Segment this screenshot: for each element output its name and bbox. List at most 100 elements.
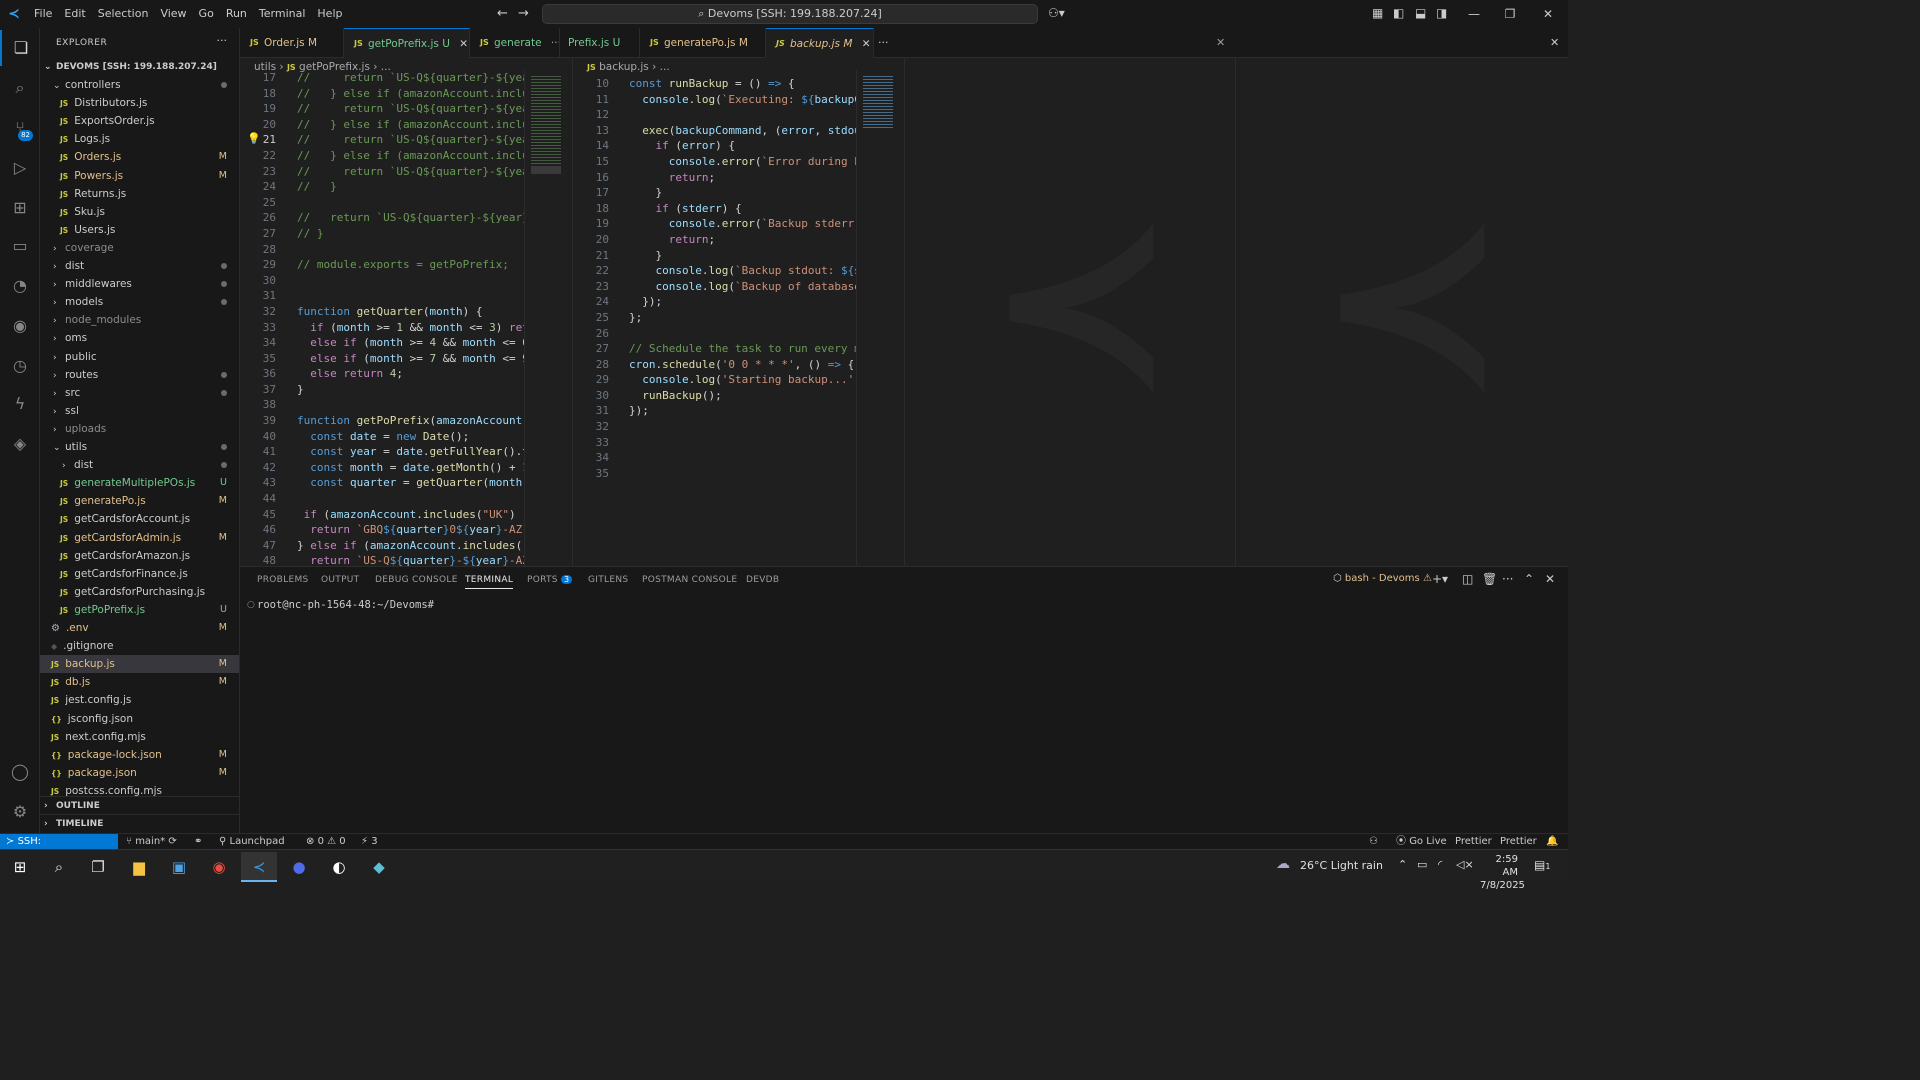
customize-layout-icon[interactable]: ▦	[1372, 6, 1383, 20]
folder-item[interactable]: › public	[40, 348, 239, 366]
folder-item[interactable]: › ssl	[40, 402, 239, 420]
minimap[interactable]	[524, 70, 572, 566]
vscode-taskbar-icon[interactable]: ≺	[241, 852, 277, 882]
file-item[interactable]: JS next.config.mjs	[40, 728, 239, 746]
terminal-prompt[interactable]: root@nc-ph-1564-48:~/Devoms#	[257, 599, 434, 611]
close-icon[interactable]: ✕	[1216, 36, 1225, 49]
tab-devdb[interactable]: DEVDB	[746, 575, 779, 585]
bell-icon[interactable]: 🔔	[1546, 834, 1558, 850]
close-icon[interactable]: ✕	[862, 38, 871, 50]
chevron-up-icon[interactable]: ⌃	[1398, 858, 1407, 871]
tab-getpoprefix-js[interactable]: JS getPoPrefix.js U ✕	[344, 28, 470, 58]
source-control-icon[interactable]: ⑂ 82	[0, 110, 40, 146]
prettier-indicator[interactable]: Prettier	[1500, 834, 1537, 850]
tab-debug-console[interactable]: DEBUG CONSOLE	[375, 575, 458, 585]
menu-help[interactable]: Help	[311, 0, 348, 28]
chrome-icon[interactable]: ◉	[201, 852, 237, 882]
trash-icon[interactable]: 🗑	[1482, 572, 1497, 586]
file-item[interactable]: JS getCardsforAmazon.js	[40, 547, 239, 565]
ports-indicator[interactable]: ⚡ 3	[361, 834, 378, 850]
go-live-button[interactable]: ⦿ Go Live	[1396, 834, 1447, 850]
menu-edit[interactable]: Edit	[58, 0, 91, 28]
tab-terminal[interactable]: TERMINAL	[465, 575, 514, 589]
file-item[interactable]: JS getCardsforPurchasing.js	[40, 583, 239, 601]
close-icon[interactable]: ✕	[459, 38, 468, 50]
app-icon[interactable]: ◆	[361, 852, 397, 882]
file-item[interactable]: JS Returns.js	[40, 185, 239, 203]
timeline-section[interactable]: › TIMELINE	[40, 814, 239, 832]
file-item[interactable]: JS getCardsforAccount.js	[40, 510, 239, 528]
toggle-secondary-sidebar-icon[interactable]: ◨	[1436, 6, 1447, 20]
tab-ports[interactable]: PORTS 3	[527, 575, 573, 585]
file-item[interactable]: JS getPoPrefix.js U	[40, 601, 239, 619]
gitlens-icon[interactable]: ◔	[0, 268, 40, 304]
more-actions-icon[interactable]: ···	[551, 37, 559, 49]
folder-item[interactable]: › src	[40, 384, 239, 402]
file-item[interactable]: JS ExportsOrder.js	[40, 112, 239, 130]
file-item[interactable]: JS Powers.js M	[40, 167, 239, 185]
copilot-icon[interactable]: ⚇	[1369, 834, 1378, 850]
empty-editor-group[interactable]: ≺	[1236, 58, 1568, 566]
file-item[interactable]: JS jest.config.js	[40, 691, 239, 709]
menu-file[interactable]: File	[28, 0, 58, 28]
terminal-selector[interactable]: ⬡ bash - Devoms ⚠	[1333, 573, 1432, 584]
file-item[interactable]: JS generateMultiplePOs.js U	[40, 474, 239, 492]
outline-section[interactable]: › OUTLINE	[40, 796, 239, 814]
more-actions-icon[interactable]: ···	[217, 34, 228, 47]
left-editor[interactable]: utils › JS getPoPrefix.js › ... 💡 17 18 …	[240, 58, 573, 566]
file-item[interactable]: JS Sku.js	[40, 203, 239, 221]
folder-item[interactable]: › middlewares	[40, 275, 239, 293]
folder-item[interactable]: › oms	[40, 329, 239, 347]
new-terminal-icon[interactable]: +▾	[1432, 572, 1448, 586]
tab-postman-console[interactable]: POSTMAN CONSOLE	[642, 575, 737, 585]
file-item[interactable]: JS Orders.js M	[40, 148, 239, 166]
search-icon[interactable]: ⌕	[0, 70, 40, 106]
close-panel-icon[interactable]: ✕	[1545, 572, 1555, 586]
close-window-button[interactable]: ✕	[1530, 0, 1566, 28]
wifi-icon[interactable]: ◜	[1438, 858, 1442, 871]
minimap[interactable]	[856, 70, 904, 566]
gear-icon[interactable]: ⚙	[0, 794, 40, 830]
minimize-button[interactable]: —	[1456, 0, 1492, 28]
empty-editor-group[interactable]: ≺	[905, 58, 1236, 566]
file-item[interactable]: JS getCardsforFinance.js	[40, 565, 239, 583]
windows-start-icon[interactable]: ⊞	[2, 852, 38, 882]
folder-item[interactable]: ⌄ controllers	[40, 76, 239, 94]
extensions-icon[interactable]: ⊞	[0, 190, 40, 226]
folder-item[interactable]: › node_modules	[40, 311, 239, 329]
menu-go[interactable]: Go	[193, 0, 220, 28]
app-icon[interactable]: ◐	[321, 852, 357, 882]
problems-indicator[interactable]: ⊗ 0 ⚠ 0	[306, 834, 346, 850]
file-item[interactable]: {} package.json M	[40, 764, 239, 782]
tab-output[interactable]: OUTPUT	[321, 575, 359, 585]
folder-item[interactable]: › uploads	[40, 420, 239, 438]
tab-generatepo-js[interactable]: JS generatePo.js M	[640, 28, 766, 58]
toggle-sidebar-icon[interactable]: ◧	[1393, 6, 1404, 20]
file-item[interactable]: {} jsconfig.json	[40, 710, 239, 728]
command-center[interactable]: ⌕ Devoms [SSH: 199.188.207.24]	[542, 4, 1038, 24]
more-actions-icon[interactable]: ···	[1502, 572, 1513, 586]
remote-indicator[interactable]: ≻ SSH: 199.188.207.24	[0, 834, 118, 863]
tab-order-js[interactable]: JS Order.js M	[240, 28, 344, 58]
file-item[interactable]: JS Logs.js	[40, 130, 239, 148]
close-icon[interactable]: ✕	[1550, 36, 1559, 49]
breadcrumb-file[interactable]: backup.js	[599, 61, 649, 73]
search-icon[interactable]: ⌕	[41, 852, 77, 882]
python-icon[interactable]: ◈	[0, 426, 40, 462]
battery-icon[interactable]: ▭	[1417, 858, 1427, 871]
git-graph-icon[interactable]: ⚭	[194, 834, 202, 850]
run-debug-icon[interactable]: ▷	[0, 150, 40, 186]
file-item[interactable]: ◆ .gitignore	[40, 637, 239, 655]
file-item[interactable]: JS backup.js M	[40, 655, 239, 674]
store-icon[interactable]: ▣	[161, 852, 197, 882]
timeline-icon[interactable]: ◷	[0, 348, 40, 384]
tab-backup-js[interactable]: JS backup.js M ✕	[766, 28, 874, 58]
file-item[interactable]: ⚙ .env M	[40, 619, 239, 637]
right-editor[interactable]: JS backup.js › ... 10 11 12 13 14 15 16 …	[573, 58, 905, 566]
restore-button[interactable]: ❐	[1492, 0, 1528, 28]
toggle-panel-icon[interactable]: ⬓	[1415, 6, 1426, 20]
weather-text[interactable]: 26°C Light rain	[1300, 859, 1383, 872]
file-item[interactable]: JS Users.js	[40, 221, 239, 239]
copilot-icon[interactable]: ⚇▾	[1048, 6, 1065, 20]
prettier-indicator[interactable]: Prettier	[1455, 834, 1492, 850]
